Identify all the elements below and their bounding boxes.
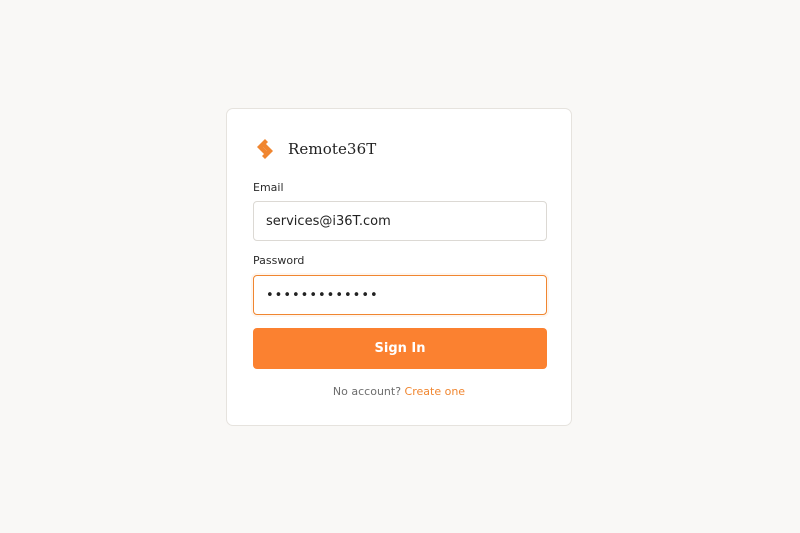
no-account-text: No account?	[332, 385, 402, 398]
password-field[interactable]	[253, 275, 547, 315]
brand-name: Remote36T	[288, 140, 377, 158]
password-label: Password	[253, 254, 305, 267]
create-account-link[interactable]: Create one	[405, 385, 466, 398]
signup-prompt: No account? Create one	[227, 385, 571, 398]
sign-in-button[interactable]: Sign In	[253, 328, 547, 369]
brand: Remote36T	[254, 137, 376, 161]
email-label: Email	[253, 181, 284, 194]
remote-connect-icon	[254, 137, 278, 161]
login-card: Remote36T Email Password Sign In No acco…	[226, 108, 572, 426]
email-field[interactable]	[253, 201, 547, 241]
